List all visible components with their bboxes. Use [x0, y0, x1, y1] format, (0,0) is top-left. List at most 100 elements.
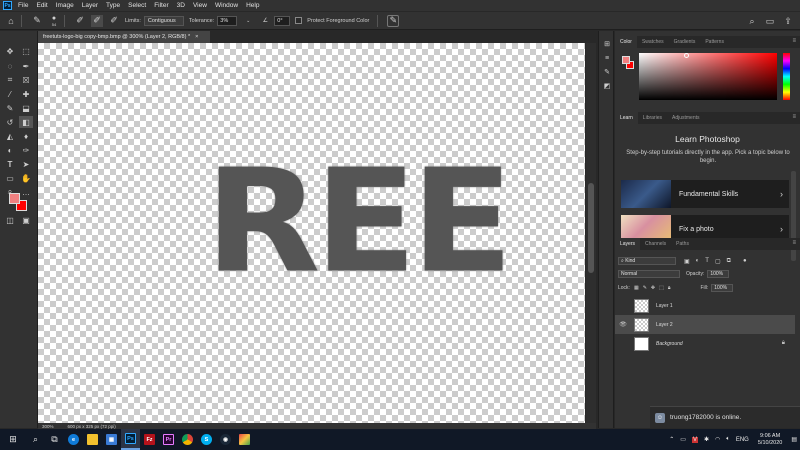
vertical-scrollbar[interactable]: [586, 43, 596, 423]
volume-icon[interactable]: 🔈︎: [726, 436, 730, 443]
filter-image-icon[interactable]: ▣: [684, 258, 690, 265]
opacity-input[interactable]: 100%: [707, 270, 730, 278]
layer-row-layer-1[interactable]: Layer 1: [615, 296, 795, 315]
dodge-tool-icon[interactable]: ◐: [3, 144, 17, 156]
color-picker-cursor[interactable]: [684, 53, 689, 58]
menu-window[interactable]: Window: [215, 2, 238, 9]
type-tool-icon[interactable]: T: [3, 158, 17, 170]
blur-tool-icon[interactable]: ♦: [19, 130, 33, 142]
move-tool-icon[interactable]: ✥: [3, 45, 17, 57]
learn-card-fundamental-skills[interactable]: Fundamental Skills ›: [621, 180, 789, 208]
quick-select-tool-icon[interactable]: ✒: [19, 60, 33, 72]
lock-all-icon[interactable]: 🔒︎: [668, 285, 671, 291]
path-selection-tool-icon[interactable]: ➤: [19, 158, 33, 170]
tab-learn[interactable]: Learn: [615, 112, 638, 124]
share-icon[interactable]: ⇪: [782, 15, 794, 27]
sampling-once-icon[interactable]: ✐: [91, 14, 103, 27]
limits-select[interactable]: Contiguous: [143, 15, 184, 26]
chevron-down-icon[interactable]: ⌄: [242, 15, 254, 27]
search-icon[interactable]: ⌕: [26, 429, 45, 450]
eraser-tool-preset-icon[interactable]: ✎: [31, 15, 43, 27]
tab-swatches[interactable]: Swatches: [637, 36, 669, 48]
eyedropper-tool-icon[interactable]: ⁄: [3, 88, 17, 100]
properties-panel-icon[interactable]: ≡: [602, 53, 612, 63]
chrome-icon[interactable]: [178, 429, 197, 450]
tab-libraries[interactable]: Libraries: [638, 112, 667, 124]
close-icon[interactable]: ×: [195, 34, 198, 40]
panel-menu-icon[interactable]: ≡: [792, 114, 796, 120]
filter-kind-select[interactable]: ⌕ Kind: [618, 257, 676, 265]
filter-toggle-icon[interactable]: ●: [743, 258, 747, 264]
clock[interactable]: 9:06 AM 5/10/2020: [758, 433, 782, 447]
blend-mode-select[interactable]: Normal: [618, 270, 680, 278]
crop-tool-icon[interactable]: ⌗: [3, 74, 17, 86]
tab-channels[interactable]: Channels: [640, 238, 671, 250]
tolerance-input[interactable]: 3%: [217, 15, 238, 26]
lock-artboard-icon[interactable]: ⬚: [659, 285, 664, 291]
network-icon[interactable]: ▭: [680, 436, 686, 443]
filter-shape-icon[interactable]: ▢: [715, 258, 721, 265]
language-indicator[interactable]: ENG: [736, 437, 749, 443]
workspace-icon[interactable]: ▭: [764, 15, 776, 27]
paint-icon[interactable]: [235, 429, 254, 450]
history-brush-tool-icon[interactable]: ↺: [3, 116, 17, 128]
menu-edit[interactable]: Edit: [36, 2, 47, 9]
menu-file[interactable]: File: [18, 2, 28, 9]
scrollbar-thumb[interactable]: [588, 183, 594, 273]
rectangle-tool-icon[interactable]: ▭: [3, 172, 17, 184]
panel-menu-icon[interactable]: ≡: [792, 38, 796, 44]
vpn-icon[interactable]: V: [691, 436, 698, 443]
tab-paths[interactable]: Paths: [671, 238, 694, 250]
tab-layers[interactable]: Layers: [615, 238, 641, 250]
search-icon[interactable]: ⌕: [746, 15, 758, 27]
online-notification[interactable]: ☺ truong1782000 is online.: [650, 406, 800, 428]
foreground-color-swatch[interactable]: [9, 193, 20, 204]
sampling-background-icon[interactable]: ✐: [108, 15, 120, 27]
layer-row-background[interactable]: Background 🔒︎: [615, 334, 795, 353]
tray-expand-icon[interactable]: ⌃: [669, 436, 674, 443]
layer-name[interactable]: Background: [656, 341, 683, 347]
menu-3d[interactable]: 3D: [177, 2, 185, 9]
brush-preset-icon[interactable]: ● 54: [48, 15, 60, 27]
zoom-level[interactable]: 300%: [42, 424, 54, 429]
pressure-size-icon[interactable]: ✎: [387, 14, 400, 27]
store-icon[interactable]: ▦: [102, 429, 121, 450]
adjustments-panel-icon[interactable]: ◩: [602, 81, 612, 91]
bluetooth-icon[interactable]: ✱: [704, 436, 709, 443]
edge-browser-icon[interactable]: e: [64, 429, 83, 450]
tab-patterns[interactable]: Patterns: [700, 36, 729, 48]
filter-type-icon[interactable]: T: [705, 258, 709, 264]
steam-icon[interactable]: ◉: [216, 429, 235, 450]
protect-foreground-checkbox[interactable]: [295, 17, 303, 24]
screen-mode-icon[interactable]: ▣: [19, 214, 33, 226]
menu-select[interactable]: Select: [128, 2, 146, 9]
skype-icon[interactable]: S: [197, 429, 216, 450]
home-icon[interactable]: ⌂: [5, 15, 17, 27]
layer-name[interactable]: Layer 1: [656, 303, 673, 309]
angle-input[interactable]: 0°: [274, 15, 291, 26]
frame-tool-icon[interactable]: ☒: [19, 74, 33, 86]
menu-filter[interactable]: Filter: [154, 2, 168, 9]
color-picker-field[interactable]: [639, 53, 777, 100]
color-panel-foreground-swatch[interactable]: [622, 56, 630, 64]
tab-adjustments[interactable]: Adjustments: [667, 112, 705, 124]
menu-type[interactable]: Type: [106, 2, 120, 9]
lasso-tool-icon[interactable]: ◌: [3, 60, 17, 72]
file-explorer-icon[interactable]: [83, 429, 102, 450]
windows-start-icon[interactable]: ⊞: [0, 429, 26, 450]
layer-name[interactable]: Layer 2: [656, 322, 673, 328]
more-tools-icon[interactable]: …: [19, 186, 33, 198]
document-tab[interactable]: freetuts-logo-big copy-bmp.bmp @ 300% (L…: [38, 31, 210, 43]
menu-image[interactable]: Image: [56, 2, 74, 9]
brush-settings-icon[interactable]: ✎: [602, 67, 612, 77]
task-view-icon[interactable]: ⧉: [45, 429, 64, 450]
lock-image-icon[interactable]: ✎: [643, 285, 647, 291]
fill-input[interactable]: 100%: [711, 284, 734, 292]
healing-brush-tool-icon[interactable]: ✚: [19, 88, 33, 100]
filter-adjustment-icon[interactable]: ◐: [696, 258, 700, 264]
hue-slider[interactable]: [783, 53, 790, 100]
tab-gradients[interactable]: Gradients: [669, 36, 701, 48]
eraser-tool-icon[interactable]: ◧: [19, 116, 33, 128]
brush-tool-icon[interactable]: ✎: [3, 102, 17, 114]
hand-tool-icon[interactable]: ✋: [19, 172, 33, 184]
